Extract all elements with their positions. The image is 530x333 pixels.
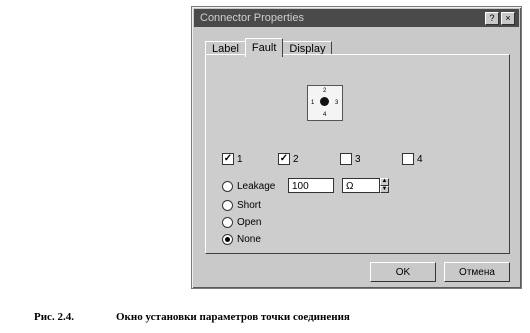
checkbox-label: 1 — [237, 153, 243, 165]
checkbox-label: 2 — [293, 153, 299, 165]
checkbox-box[interactable]: ✓ — [222, 153, 234, 165]
radio-label: None — [237, 234, 261, 245]
dialog-titlebar: Connector Properties ? × — [194, 9, 519, 27]
radio-button[interactable] — [222, 217, 233, 228]
figure-label: Рис. 2.4. — [34, 311, 74, 323]
radio-button[interactable] — [222, 234, 233, 245]
radio-none[interactable]: None — [222, 234, 261, 245]
checkbox-box[interactable] — [402, 153, 414, 165]
pin-checkbox-row: ✓ 1 ✓ 2 3 4 — [222, 153, 512, 169]
leakage-value-field[interactable]: 100 — [288, 178, 334, 193]
ok-button[interactable]: OK — [370, 262, 436, 282]
checkbox-label: 4 — [417, 153, 423, 165]
connector-icon: 2 1 3 4 — [307, 85, 343, 121]
spin-up-icon[interactable]: ▲ — [380, 178, 389, 186]
connector-pin-right: 3 — [335, 100, 339, 106]
connector-pin-bottom: 4 — [323, 112, 327, 118]
checkbox-box[interactable] — [340, 153, 352, 165]
radio-button[interactable] — [222, 200, 233, 211]
tab-fault[interactable]: Fault — [244, 38, 284, 57]
radio-label: Leakage — [237, 181, 276, 192]
fault-panel: 2 1 3 4 ✓ 1 ✓ 2 3 4 Leakage 100 Ω ▲ ▼ Sh… — [205, 54, 510, 254]
help-button[interactable]: ? — [485, 12, 499, 25]
pin-checkbox-1[interactable]: ✓ 1 — [222, 153, 243, 165]
connector-properties-dialog: Connector Properties ? × Label Fault Dis… — [191, 6, 522, 289]
unit-spinner[interactable]: ▲ ▼ — [380, 178, 389, 193]
radio-button[interactable] — [222, 181, 233, 192]
radio-short[interactable]: Short — [222, 200, 261, 211]
dialog-title: Connector Properties — [200, 12, 304, 24]
pin-checkbox-3[interactable]: 3 — [340, 153, 361, 165]
radio-open[interactable]: Open — [222, 217, 261, 228]
checkbox-box[interactable]: ✓ — [278, 153, 290, 165]
connector-pin-top: 2 — [323, 88, 327, 94]
pin-checkbox-2[interactable]: ✓ 2 — [278, 153, 299, 165]
spin-down-icon[interactable]: ▼ — [380, 185, 389, 193]
checkbox-label: 3 — [355, 153, 361, 165]
radio-leakage[interactable]: Leakage — [222, 181, 275, 192]
radio-label: Short — [237, 200, 261, 211]
leakage-unit-select[interactable]: Ω — [342, 178, 380, 193]
cancel-button[interactable]: Отмена — [444, 262, 510, 282]
close-button[interactable]: × — [501, 12, 515, 25]
pin-checkbox-4[interactable]: 4 — [402, 153, 423, 165]
radio-label: Open — [237, 217, 262, 228]
connector-pin-left: 1 — [311, 100, 315, 106]
connector-dot-icon — [320, 97, 329, 106]
figure-caption: Окно установки параметров точки соединен… — [116, 311, 350, 323]
